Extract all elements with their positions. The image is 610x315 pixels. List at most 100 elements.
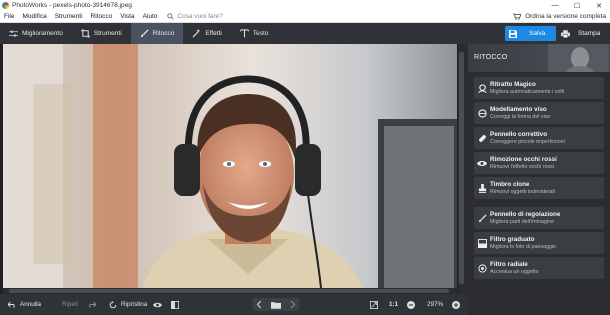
tab-label: Miglioramento (22, 30, 63, 37)
save-button[interactable]: Salva (505, 26, 556, 41)
tab-strumenti[interactable]: Strumenti (72, 23, 131, 44)
zoom-level-value: 297% (427, 301, 444, 308)
magic-portrait-icon (477, 83, 487, 93)
undo-arrow-icon (8, 301, 15, 308)
maximize-button[interactable]: ☐ (566, 0, 588, 11)
close-button[interactable]: ✕ (588, 0, 610, 11)
tool-description: Migliora le foto di paesaggio (490, 244, 556, 250)
tool-name: Rimozione occhi rossi (490, 156, 557, 163)
save-label: Salva (529, 30, 546, 37)
undo-label: Annulla (20, 301, 42, 308)
upgrade-link[interactable]: Ordina la versione completa (513, 13, 606, 20)
tab-label: Ritocco (152, 30, 175, 37)
sliders-icon (9, 30, 18, 37)
brush-icon (140, 29, 149, 38)
bandage-icon (478, 134, 486, 142)
printer-icon (561, 29, 570, 38)
portrait-thumbnail (548, 44, 608, 72)
eye-icon (153, 302, 162, 307)
tool-name: Filtro radiale (490, 261, 528, 268)
gradient-filter-icon (477, 238, 487, 248)
print-label: Stampa (578, 30, 601, 37)
preview-toggle-button[interactable] (153, 298, 166, 311)
tab-label: Strumenti (93, 30, 122, 37)
tool-description: Correggi la forma del viso (490, 114, 551, 120)
tool-description: Migliora automaticamente i volti (490, 89, 565, 95)
menu-ritocco[interactable]: Ritocco (87, 13, 117, 20)
compare-button[interactable] (171, 298, 183, 311)
tool-pennello-di-regolazione[interactable]: Pennello di regolazione Migliora parti de… (474, 207, 604, 229)
tool-description: Correggere piccole imperfezioni (490, 139, 565, 145)
reset-label: Ripristina (121, 301, 148, 308)
brush-icon (478, 213, 487, 222)
tool-modellamento-viso[interactable]: Modellamento viso Correggi la forma del v… (474, 102, 604, 124)
tool-timbro-clone[interactable]: Timbro clone Rimuovi oggetti indesiderati (474, 177, 604, 199)
reset-button[interactable]: Ripristina (109, 298, 147, 311)
menu-file[interactable]: File (0, 13, 18, 20)
tab-effetti[interactable]: Effetti (183, 23, 231, 44)
tab-miglioramento[interactable]: Miglioramento (0, 23, 72, 44)
crop-icon (80, 29, 90, 38)
image-navigation (253, 298, 299, 311)
text-icon (239, 29, 249, 38)
floppy-disk-icon (509, 29, 517, 38)
tab-testo[interactable]: Testo (231, 23, 278, 44)
menu-vista[interactable]: Vista (116, 13, 138, 20)
redo-button[interactable]: Ripeti (62, 298, 97, 311)
zoom-level[interactable]: 297% (427, 298, 443, 311)
title-bar: PhotoWorks - pexels-photo-3914678.jpeg —… (0, 0, 610, 11)
panel-header: RITOCCO (468, 44, 610, 72)
compare-icon (171, 300, 179, 309)
chevron-left-icon[interactable] (257, 301, 262, 308)
minimize-button[interactable]: — (544, 0, 566, 11)
zoom-out-button[interactable] (407, 298, 419, 311)
reset-icon (109, 300, 117, 308)
redo-label: Ripeti (62, 301, 79, 308)
tool-description: Migliora parti dell'immagine (490, 219, 555, 225)
folder-icon[interactable] (270, 301, 281, 309)
magic-wand-icon (192, 29, 201, 38)
tab-label: Effetti (205, 30, 222, 37)
tool-pennello-correttivo[interactable]: Pennello correttivo Correggere piccole im… (474, 127, 604, 149)
fit-screen-icon (370, 300, 378, 309)
redo-arrow-icon (89, 301, 97, 308)
panel-title: RITOCCO (474, 54, 508, 61)
actual-size-button[interactable]: 1:1 (389, 298, 398, 311)
menu-strumenti[interactable]: Strumenti (51, 13, 87, 20)
photo-preview[interactable] (3, 44, 457, 288)
tool-name: Modellamento viso (490, 106, 547, 113)
print-button[interactable]: Stampa (558, 26, 606, 41)
minus-circle-icon (407, 300, 415, 309)
radial-filter-icon (477, 263, 487, 273)
tool-description: Accentua un oggetto (490, 269, 539, 275)
tool-description: Rimuovi oggetti indesiderati (490, 189, 556, 195)
tool-name: Filtro graduato (490, 236, 535, 243)
tool-name: Pennello correttivo (490, 131, 548, 138)
scroll-thumb[interactable] (459, 52, 464, 284)
tool-filtro-radiale[interactable]: Filtro radiale Accentua un oggetto (474, 257, 604, 279)
window-title: PhotoWorks - pexels-photo-3914678.jpeg (12, 2, 132, 9)
eye-icon (477, 160, 487, 166)
chevron-right-icon[interactable] (290, 301, 295, 308)
menu-aiuto[interactable]: Aiuto (139, 13, 162, 20)
image-canvas[interactable] (0, 44, 465, 294)
tool-description: Rimuovi l'effetto occhi rossi (490, 164, 554, 170)
search-box[interactable]: Cosa vuoi fare? (167, 13, 223, 20)
face-shape-icon (477, 108, 487, 118)
tool-rimozione-occhi-rossi[interactable]: Rimozione occhi rossi Rimuovi l'effetto o… (474, 152, 604, 174)
bottom-toolbar: Annulla Ripeti Ripristina 1:1 297% (0, 294, 468, 315)
fit-to-screen-button[interactable] (370, 298, 382, 311)
zoom-in-button[interactable] (452, 298, 464, 311)
stamp-icon (478, 183, 486, 193)
vertical-scrollbar[interactable] (458, 44, 465, 294)
undo-button[interactable]: Annulla (8, 298, 41, 311)
menu-modifica[interactable]: Modifica (18, 13, 50, 20)
main-toolbar: Miglioramento Strumenti Ritocco Effetti … (0, 23, 610, 44)
tool-filtro-graduato[interactable]: Filtro graduato Migliora le foto di paesa… (474, 232, 604, 254)
portrait-photo (3, 44, 457, 288)
tool-ritratto-magico[interactable]: Ritratto Magico Migliora automaticamente … (474, 77, 604, 99)
scroll-thumb[interactable] (9, 289, 449, 293)
retouch-panel: RITOCCO Ritratto Magico Migliora automati… (468, 44, 610, 315)
cart-icon (513, 13, 522, 20)
tab-ritocco[interactable]: Ritocco (130, 23, 184, 44)
